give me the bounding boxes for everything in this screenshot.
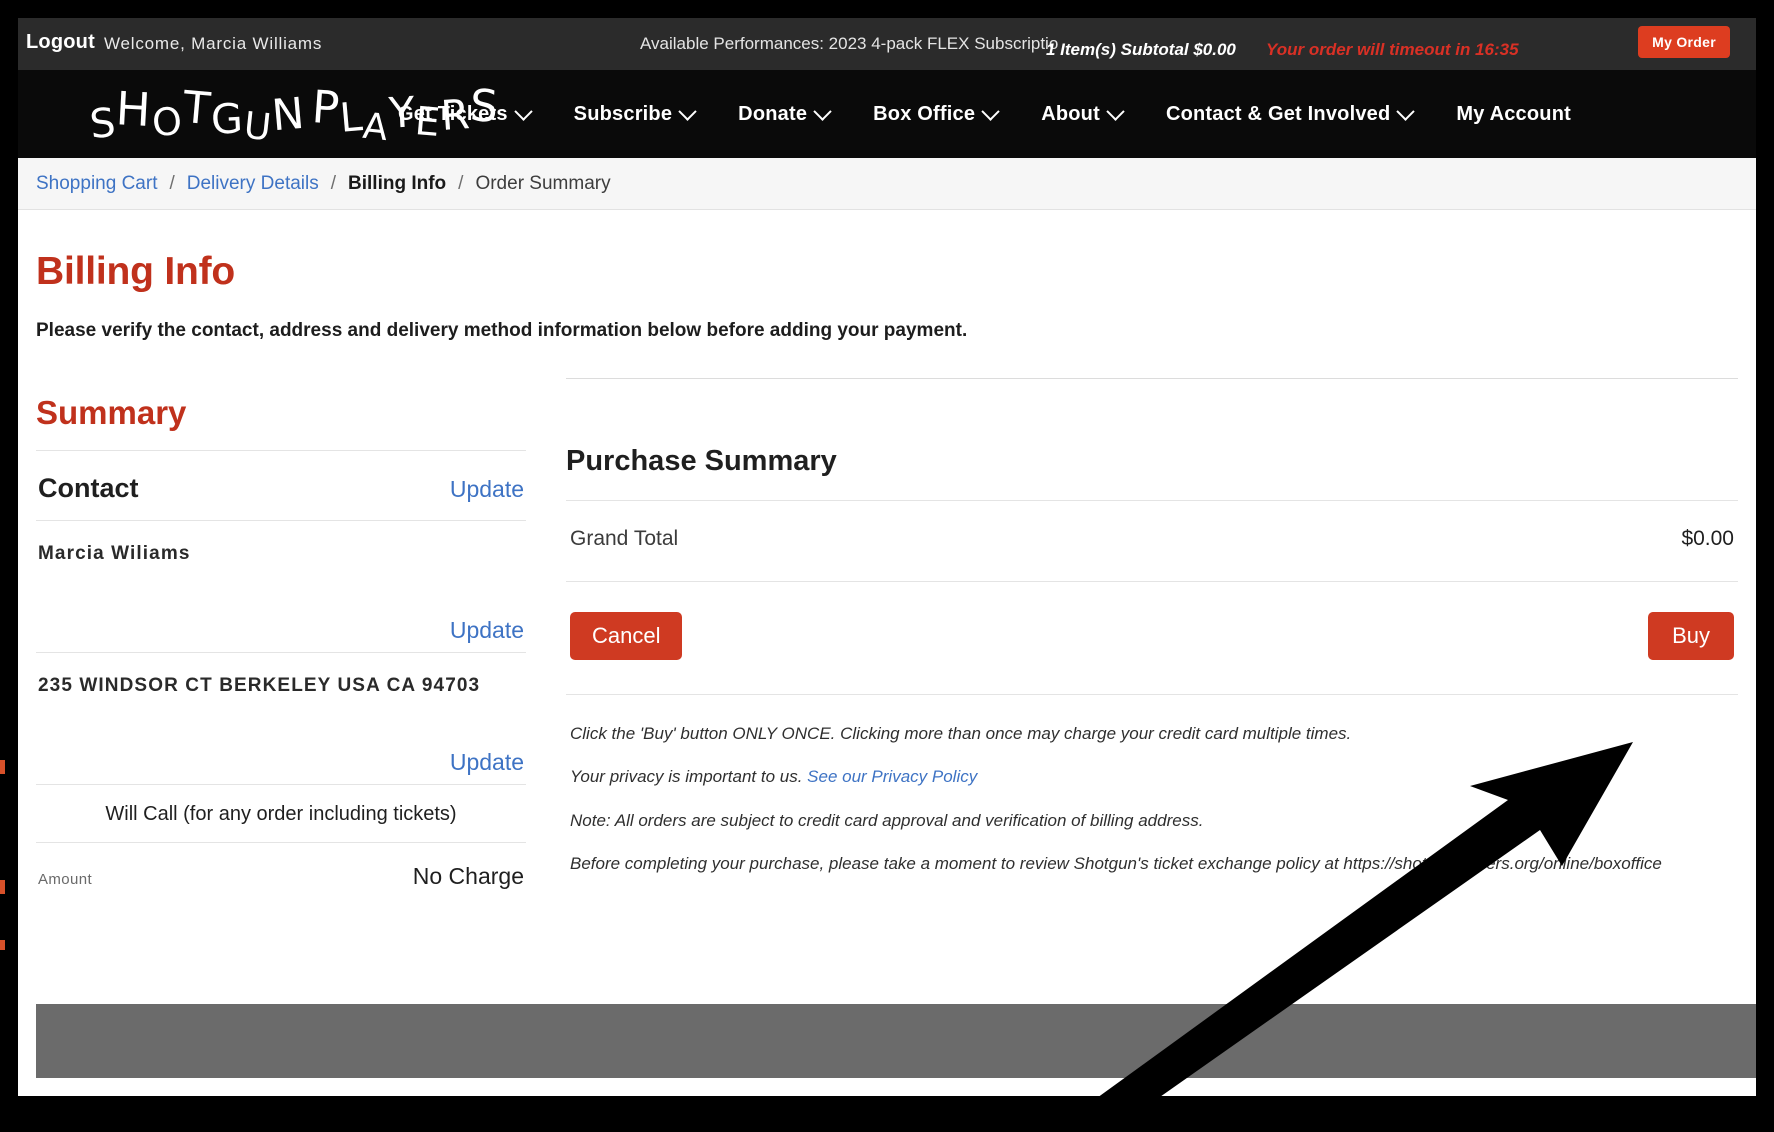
summary-column: Summary Contact Update Marcia Wiliams Up… — [36, 378, 526, 900]
fineprint-list: Click the 'Buy' button ONLY ONCE. Clicki… — [566, 695, 1738, 877]
fineprint-line: Before completing your purchase, please … — [570, 851, 1734, 877]
summary-heading: Summary — [36, 394, 187, 431]
contact-update-link[interactable]: Update — [450, 476, 524, 503]
nav-item-about[interactable]: About — [1019, 101, 1144, 126]
utility-bar: Logout Welcome, Marcia Williams Availabl… — [18, 18, 1756, 70]
chevron-down-icon — [513, 101, 533, 121]
contact-name-value: Marcia Wiliams — [38, 543, 191, 564]
chevron-down-icon — [813, 101, 832, 121]
fineprint-text: Click the 'Buy' button ONLY ONCE. Clicki… — [570, 724, 1352, 743]
address-update-link[interactable]: Update — [450, 617, 524, 644]
shotgun-players-logo[interactable]: SHOTGUN PLAYERS — [87, 78, 500, 150]
nav-item-donate[interactable]: Donate — [716, 101, 851, 126]
nav-links: Get Tickets Subscribe Donate Box Office Abou… — [376, 70, 1593, 158]
purchase-top-divider — [566, 378, 1738, 379]
cancel-button[interactable]: Cancel — [570, 612, 683, 660]
logo-letter: L — [337, 94, 364, 142]
fineprint-text: Before completing your purchase, please … — [570, 854, 1662, 874]
action-buttons-row: Cancel Buy — [566, 582, 1738, 694]
logo-letter — [305, 103, 311, 121]
logout-link[interactable]: Logout — [26, 31, 95, 54]
logo-letter: H — [115, 81, 153, 137]
edge-artifact — [0, 880, 5, 894]
nav-item-label: About — [1041, 102, 1100, 125]
chevron-down-icon — [678, 101, 697, 121]
logo-letter: P — [309, 80, 341, 135]
purchase-column: Purchase Summary Grand Total $0.00 Cance… — [526, 378, 1738, 900]
amount-value: No Charge — [412, 863, 524, 889]
edge-artifact — [0, 760, 5, 774]
privacy-policy-link[interactable]: See our Privacy Policy — [807, 767, 977, 786]
footer-band — [36, 1004, 1756, 1078]
logo-letter: S — [87, 99, 118, 149]
breadcrumb-item-delivery-details[interactable]: Delivery Details — [187, 173, 319, 195]
breadcrumb-separator: / — [169, 172, 175, 194]
address-value: 235 WINDSOR CT BERKELEY USA CA 94703 — [38, 675, 481, 696]
fineprint-text: Your privacy is important to us. — [570, 767, 808, 787]
nav-item-get-tickets[interactable]: Get Tickets — [376, 101, 552, 126]
breadcrumb: Shopping Cart / Delivery Details / Billing I… — [18, 158, 1756, 210]
breadcrumb-separator: / — [330, 172, 337, 194]
order-timeout-text: Your order will timeout in 16:35 — [1266, 40, 1519, 59]
nav-item-contact-get-involved[interactable]: Contact & Get Involved — [1144, 101, 1434, 126]
amount-label: Amount — [38, 871, 93, 888]
browser-viewport: Logout Welcome, Marcia Williams Availabl… — [18, 18, 1756, 1096]
nav-item-my-account[interactable]: My Account — [1434, 103, 1593, 126]
main-navigation-bar: SHOTGUN PLAYERS Get Tickets Subscribe Dona… — [18, 70, 1756, 158]
chevron-down-icon — [1396, 101, 1416, 121]
purchase-summary-heading: Purchase Summary — [566, 445, 837, 477]
contact-label: Contact — [38, 473, 139, 503]
nav-item-label: Box Office — [873, 102, 976, 125]
nav-item-subscribe[interactable]: Subscribe — [552, 101, 717, 126]
cart-subtotal-text: 1 Item(s) Subtotal $0.00 — [1046, 40, 1236, 59]
welcome-text: Welcome, Marcia Williams — [104, 34, 323, 53]
grand-total-row: Grand Total $0.00 — [566, 501, 1738, 581]
my-order-button[interactable]: My Order — [1638, 26, 1730, 58]
nav-item-label: Donate — [738, 102, 808, 125]
fineprint-text: Note: All orders are subject to credit c… — [570, 810, 1204, 830]
nav-item-label: Subscribe — [573, 102, 673, 125]
page-title: Billing Info — [36, 250, 236, 293]
logo-letter: U — [241, 103, 273, 150]
delivery-method-value: Will Call (for any order including ticke… — [105, 803, 457, 825]
breadcrumb-item-order-summary: Order Summary — [475, 172, 611, 194]
chevron-down-icon — [981, 101, 1000, 121]
screenshot-frame: Logout Welcome, Marcia Williams Availabl… — [0, 0, 1774, 1132]
amount-row: Amount No Charge — [36, 843, 526, 900]
contact-section-header: Contact Update — [36, 451, 526, 520]
available-performances-text: Available Performances: 2023 4-pack FLEX… — [640, 34, 1059, 53]
fineprint-line: Click the 'Buy' button ONLY ONCE. Clicki… — [570, 721, 1734, 747]
nav-item-label: My Account — [1456, 102, 1571, 125]
logo-letter: N — [269, 88, 306, 142]
logo-letter: T — [180, 81, 213, 136]
address-section-header: Update — [36, 613, 526, 652]
grand-total-label: Grand Total — [570, 527, 679, 550]
edge-artifact — [0, 940, 5, 950]
page-subtitle: Please verify the contact, address and d… — [36, 320, 968, 341]
breadcrumb-item-shopping-cart[interactable]: Shopping Cart — [36, 173, 157, 195]
chevron-down-icon — [1106, 101, 1125, 121]
logo-letter: O — [150, 99, 184, 145]
page-content: Billing Info Please verify the contact, … — [18, 250, 1756, 1096]
delivery-update-link[interactable]: Update — [450, 749, 524, 776]
content-columns: Summary Contact Update Marcia Wiliams Up… — [36, 378, 1738, 900]
fineprint-line: Note: All orders are subject to credit c… — [570, 808, 1734, 834]
grand-total-value: $0.00 — [1681, 527, 1734, 550]
fineprint-line: Your privacy is important to us. See our… — [570, 764, 1734, 790]
logo-letter: G — [209, 94, 244, 144]
buy-button[interactable]: Buy — [1648, 612, 1734, 660]
nav-item-box-office[interactable]: Box Office — [851, 101, 1019, 126]
nav-item-label: Get Tickets — [398, 102, 508, 125]
breadcrumb-item-billing-info: Billing Info — [348, 172, 447, 194]
delivery-section-header: Update — [36, 745, 526, 784]
breadcrumb-separator: / — [458, 172, 464, 194]
nav-item-label: Contact & Get Involved — [1165, 102, 1391, 125]
